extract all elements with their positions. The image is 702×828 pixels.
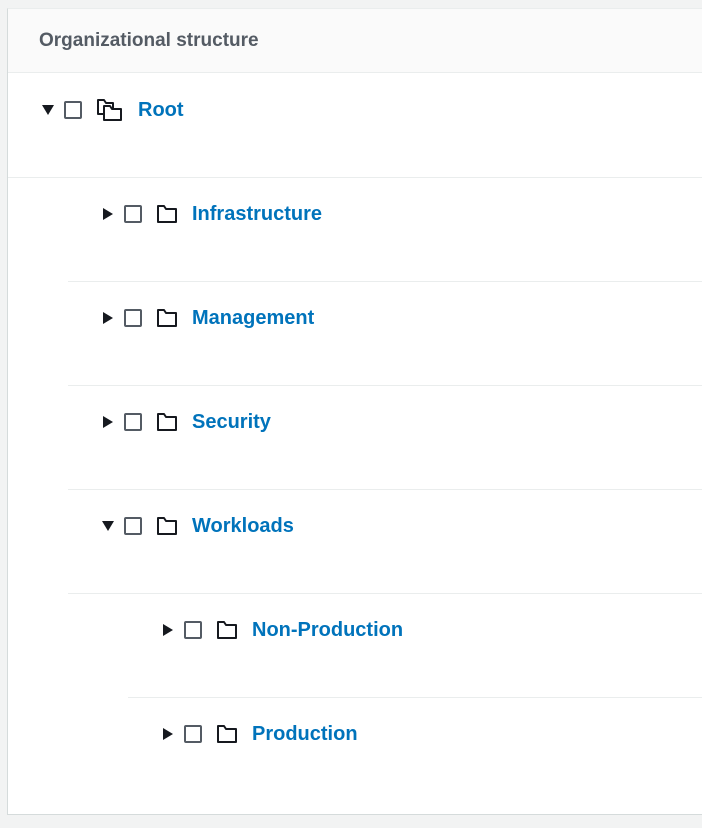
org-tree: Root .row.divider[data-name="tree-node-i… [8, 73, 702, 801]
tree-node-workloads: .row.divider[data-name="tree-node-worklo… [8, 489, 702, 593]
caret-down-icon[interactable] [38, 100, 58, 120]
tree-node-root-label[interactable]: Root [138, 99, 184, 122]
tree-node-non-production-label[interactable]: Non-Production [252, 619, 403, 642]
workloads-checkbox[interactable] [124, 517, 142, 535]
caret-right-icon[interactable] [158, 724, 178, 744]
caret-right-icon[interactable] [98, 204, 118, 224]
caret-down-icon[interactable] [98, 516, 118, 536]
caret-right-icon[interactable] [158, 620, 178, 640]
folder-icon [156, 308, 178, 328]
security-checkbox[interactable] [124, 413, 142, 431]
tree-node-infrastructure-label[interactable]: Infrastructure [192, 203, 322, 226]
tree-node-management: .row.divider[data-name="tree-node-manage… [8, 281, 702, 385]
caret-right-icon[interactable] [98, 412, 118, 432]
tree-node-management-label[interactable]: Management [192, 307, 314, 330]
folder-icon [216, 620, 238, 640]
non-production-checkbox[interactable] [184, 621, 202, 639]
folder-stack-icon [96, 98, 124, 122]
tree-node-non-production: .row.divider[data-name="tree-node-non-pr… [8, 593, 702, 697]
folder-icon [156, 516, 178, 536]
tree-node-workloads-label[interactable]: Workloads [192, 515, 294, 538]
root-checkbox[interactable] [64, 101, 82, 119]
tree-node-security-label[interactable]: Security [192, 411, 271, 434]
caret-right-icon[interactable] [98, 308, 118, 328]
panel-title: Organizational structure [39, 29, 259, 51]
management-checkbox[interactable] [124, 309, 142, 327]
panel-header: Organizational structure [8, 9, 702, 73]
organizational-structure-panel: Organizational structure Root .row [7, 8, 702, 815]
tree-node-root: Root [8, 73, 702, 177]
tree-node-infrastructure: .row.divider[data-name="tree-node-infras… [8, 177, 702, 281]
infrastructure-checkbox[interactable] [124, 205, 142, 223]
folder-icon [216, 724, 238, 744]
folder-icon [156, 412, 178, 432]
folder-icon [156, 204, 178, 224]
production-checkbox[interactable] [184, 725, 202, 743]
tree-node-security: .row.divider[data-name="tree-node-securi… [8, 385, 702, 489]
tree-node-production: .row.divider[data-name="tree-node-produc… [8, 697, 702, 801]
tree-node-production-label[interactable]: Production [252, 723, 358, 746]
